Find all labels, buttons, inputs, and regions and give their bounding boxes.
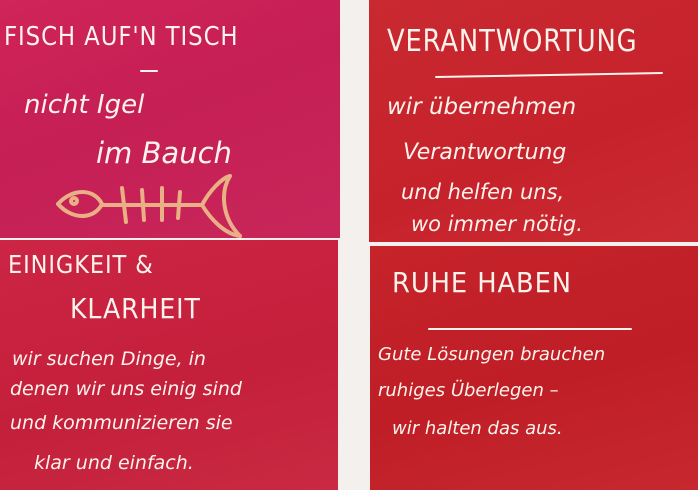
card-line: und helfen uns,: [401, 180, 565, 204]
card-verantwortung: VERANTWORTUNG wir übernehmen Verantwortu…: [369, 0, 698, 242]
card-line: wir übernehmen: [387, 94, 577, 120]
title-underline: [434, 72, 664, 78]
title-underline: [428, 328, 632, 330]
card-line: klar und einfach.: [34, 452, 194, 474]
card-title: FISCH AUF'N TISCH: [4, 22, 239, 52]
title-dash: [140, 70, 158, 72]
card-line: im Bauch: [96, 136, 232, 170]
card-line: Gute Lösungen brauchen: [378, 344, 606, 365]
card-line: nicht Igel: [24, 90, 145, 120]
card-line: Verantwortung: [403, 140, 567, 165]
fish-skeleton-icon: [56, 174, 242, 238]
card-line: ruhiges Überlegen –: [378, 380, 559, 401]
card-line: wir halten das aus.: [392, 418, 563, 439]
card-line: wo immer nötig.: [411, 212, 583, 236]
card-line: und kommunizieren sie: [10, 412, 233, 434]
card-title: KLARHEIT: [70, 292, 201, 325]
card-title: VERANTWORTUNG: [387, 24, 638, 59]
card-title: RUHE HABEN: [392, 266, 573, 299]
card-fisch-auf-n-tisch: FISCH AUF'N TISCH nicht Igel im Bauch: [0, 0, 340, 238]
card-line: wir suchen Dinge, in: [12, 348, 206, 370]
card-einigkeit-klarheit: EINIGKEIT & KLARHEIT wir suchen Dinge, i…: [0, 240, 338, 490]
card-line: denen wir uns einig sind: [10, 378, 242, 400]
card-title: EINIGKEIT &: [8, 250, 154, 279]
card-ruhe-haben: RUHE HABEN Gute Lösungen brauchen ruhige…: [370, 246, 698, 490]
